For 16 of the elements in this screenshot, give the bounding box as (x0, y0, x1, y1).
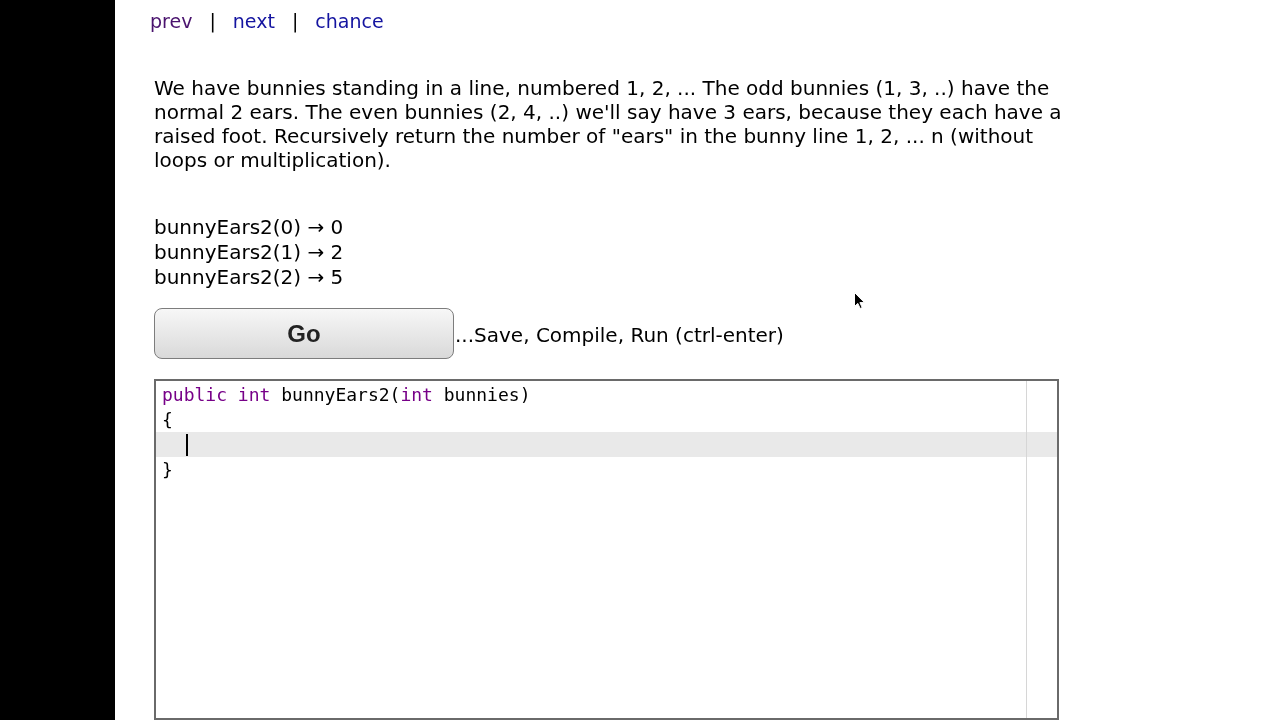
code-line: } (161, 458, 174, 482)
go-hint: ...Save, Compile, Run (ctrl-enter) (455, 322, 784, 347)
code-editor[interactable]: public int bunnyEars2(int bunnies) { } (154, 379, 1059, 720)
nav-link[interactable]: chance (315, 9, 384, 33)
nav-link[interactable]: prev (150, 9, 193, 33)
code-line: { (161, 408, 174, 432)
code-line: public int bunnyEars2(int bunnies) (161, 383, 532, 407)
problem-description: We have bunnies standing in a line, numbered 1, 2, ... The odd bunnies (1, 3, ..) have the normal 2 ears. The even bunnies (2, 4, ..) we'll say have 3 ears, because they each have a raised foot. Recursively return the number of "ears" in the bunny line 1, 2, ... n (without loops or multiplication). (154, 76, 1062, 172)
mouse-pointer-icon (854, 292, 865, 309)
example-line: bunnyEars2(0) → 0 (154, 215, 344, 240)
example-line: bunnyEars2(2) → 5 (154, 265, 344, 290)
nav-separator: | (209, 9, 216, 33)
nav-separator: | (291, 9, 299, 33)
go-button[interactable]: Go (154, 308, 454, 359)
nav-link[interactable]: next (232, 9, 275, 33)
example-line: bunnyEars2(1) → 2 (154, 240, 344, 265)
